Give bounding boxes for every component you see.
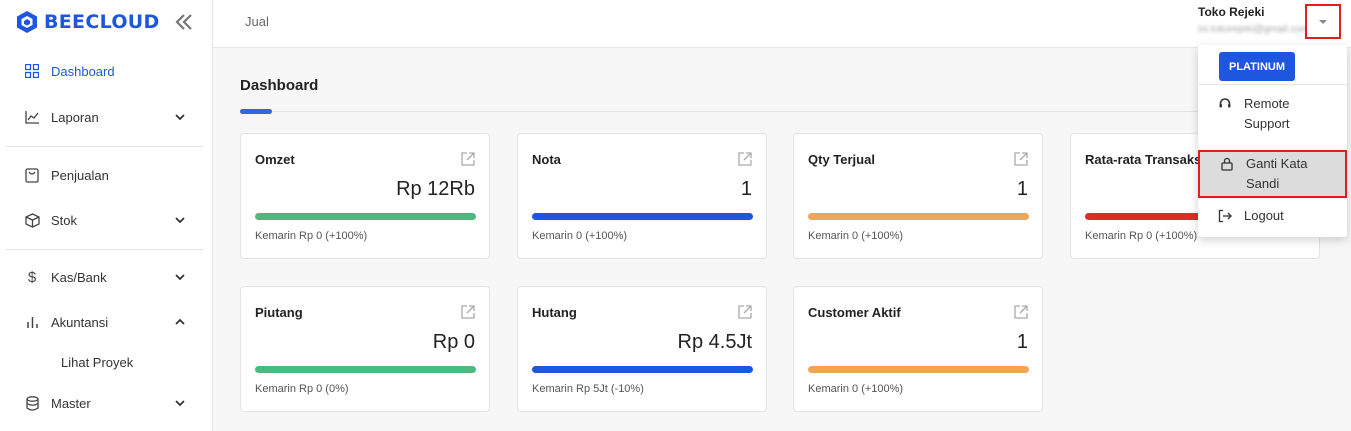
sidebar-item-lihat-proyek[interactable]: Lihat Proyek — [0, 350, 212, 374]
sidebar-item-dashboard[interactable]: Dashboard — [0, 59, 212, 83]
account-dropdown-button[interactable] — [1305, 4, 1341, 39]
card-bar — [808, 213, 1029, 220]
menu-item-logout[interactable]: Logout — [1198, 206, 1347, 230]
headset-icon — [1219, 98, 1231, 108]
user-email: ini.tokorejeki@gmail.com — [1198, 24, 1310, 35]
caret-down-icon — [1319, 19, 1327, 24]
card-bar — [808, 366, 1029, 373]
sidebar-item-penjualan[interactable]: Penjualan — [0, 163, 212, 187]
title-accent — [240, 109, 272, 114]
external-link-icon[interactable] — [460, 151, 476, 167]
card-piutang: Piutang Rp 0 Kemarin Rp 0 (0%) — [240, 286, 490, 412]
card-omzet: Omzet Rp 12Rb Kemarin Rp 0 (+100%) — [240, 133, 490, 259]
external-link-icon[interactable] — [1013, 151, 1029, 167]
card-title: Rata-rata Transaksi — [1085, 152, 1205, 167]
chevron-down-icon — [175, 400, 185, 407]
sidebar-item-laporan[interactable]: Laporan — [0, 105, 212, 129]
grid-icon — [24, 63, 40, 79]
sidebar: BEECLOUD Dashboard Laporan Penjualan Sto… — [0, 0, 213, 431]
top-bar: Jual — [213, 0, 1351, 48]
account-dropdown-menu: PLATINUM Remote Support Ganti Kata Sandi… — [1198, 45, 1347, 237]
card-comparison: Kemarin 0 (+100%) — [808, 230, 904, 242]
menu-divider — [1198, 84, 1347, 85]
divider — [6, 146, 203, 147]
box-icon — [24, 212, 40, 228]
card-nota: Nota 1 Kemarin 0 (+100%) — [517, 133, 767, 259]
card-title: Hutang — [532, 305, 577, 320]
card-value: 1 — [1016, 331, 1028, 353]
logout-icon — [1218, 209, 1232, 223]
lock-icon — [1221, 157, 1233, 171]
sidebar-item-stok[interactable]: Stok — [0, 208, 212, 232]
external-link-icon[interactable] — [460, 304, 476, 320]
card-bar — [532, 366, 753, 373]
sidebar-item-label: Master — [51, 395, 91, 411]
beecloud-logo-icon — [17, 11, 37, 33]
sidebar-item-master[interactable]: Master — [0, 391, 212, 415]
external-link-icon[interactable] — [1013, 304, 1029, 320]
card-comparison: Kemarin 0 (+100%) — [808, 383, 904, 395]
menu-item-ganti-kata-sandi[interactable]: Ganti Kata Sandi — [1198, 150, 1347, 198]
bar-chart-icon — [24, 314, 40, 330]
double-chevron-left-icon[interactable] — [174, 12, 194, 32]
chevron-down-icon — [175, 217, 185, 224]
store-name: Toko Rejeki — [1198, 5, 1265, 19]
card-bar — [255, 213, 476, 220]
card-title: Customer Aktif — [808, 305, 901, 320]
divider — [6, 249, 203, 250]
sidebar-item-label: Stok — [51, 212, 78, 228]
external-link-icon[interactable] — [737, 304, 753, 320]
chevron-down-icon — [175, 114, 185, 121]
card-value: 1 — [740, 178, 752, 200]
card-comparison: Kemarin Rp 0 (0%) — [255, 383, 349, 395]
card-value: Rp 0 — [432, 331, 475, 353]
sidebar-item-label: Akuntansi — [51, 314, 109, 330]
dollar-icon: $ — [27, 268, 37, 286]
card-title: Piutang — [255, 305, 303, 320]
receipt-icon — [24, 167, 40, 183]
brand-name: BEECLOUD — [44, 11, 160, 33]
chevron-up-icon — [175, 318, 185, 325]
card-customer-aktif: Customer Aktif 1 Kemarin 0 (+100%) — [793, 286, 1043, 412]
card-comparison: Kemarin Rp 5Jt (-10%) — [532, 383, 644, 395]
sidebar-item-kas-bank[interactable]: $ Kas/Bank — [0, 265, 212, 289]
menu-item-label: Remote Support — [1244, 96, 1290, 131]
card-value: Rp 12Rb — [396, 178, 475, 200]
card-value: Rp 4.5Jt — [677, 331, 752, 353]
sidebar-item-label: Penjualan — [51, 167, 109, 183]
database-icon — [24, 395, 40, 411]
card-bar — [532, 213, 753, 220]
card-comparison: Kemarin Rp 0 (+100%) — [1085, 230, 1198, 242]
card-comparison: Kemarin Rp 0 (+100%) — [255, 230, 368, 242]
card-title: Qty Terjual — [808, 152, 875, 167]
line-chart-icon — [24, 109, 40, 125]
card-hutang: Hutang Rp 4.5Jt Kemarin Rp 5Jt (-10%) — [517, 286, 767, 412]
menu-item-remote-support[interactable]: Remote Support — [1198, 94, 1347, 138]
title-divider — [240, 111, 1320, 112]
menu-item-label: Logout — [1244, 208, 1284, 223]
card-qty-terjual: Qty Terjual 1 Kemarin 0 (+100%) — [793, 133, 1043, 259]
card-bar — [255, 366, 476, 373]
sidebar-item-label: Dashboard — [51, 63, 115, 79]
card-title: Omzet — [255, 152, 295, 167]
card-title: Nota — [532, 152, 561, 167]
breadcrumb[interactable]: Jual — [245, 14, 269, 29]
card-value: 1 — [1016, 178, 1028, 200]
sidebar-item-label: Laporan — [51, 109, 99, 125]
page-title: Dashboard — [240, 77, 319, 94]
plan-badge[interactable]: PLATINUM — [1219, 52, 1295, 81]
menu-item-label: Ganti Kata Sandi — [1246, 156, 1308, 191]
card-comparison: Kemarin 0 (+100%) — [532, 230, 628, 242]
external-link-icon[interactable] — [737, 151, 753, 167]
chevron-down-icon — [175, 274, 185, 281]
sidebar-item-label: Kas/Bank — [51, 269, 107, 285]
sidebar-item-label: Lihat Proyek — [61, 354, 134, 370]
sidebar-item-akuntansi[interactable]: Akuntansi — [0, 310, 212, 334]
